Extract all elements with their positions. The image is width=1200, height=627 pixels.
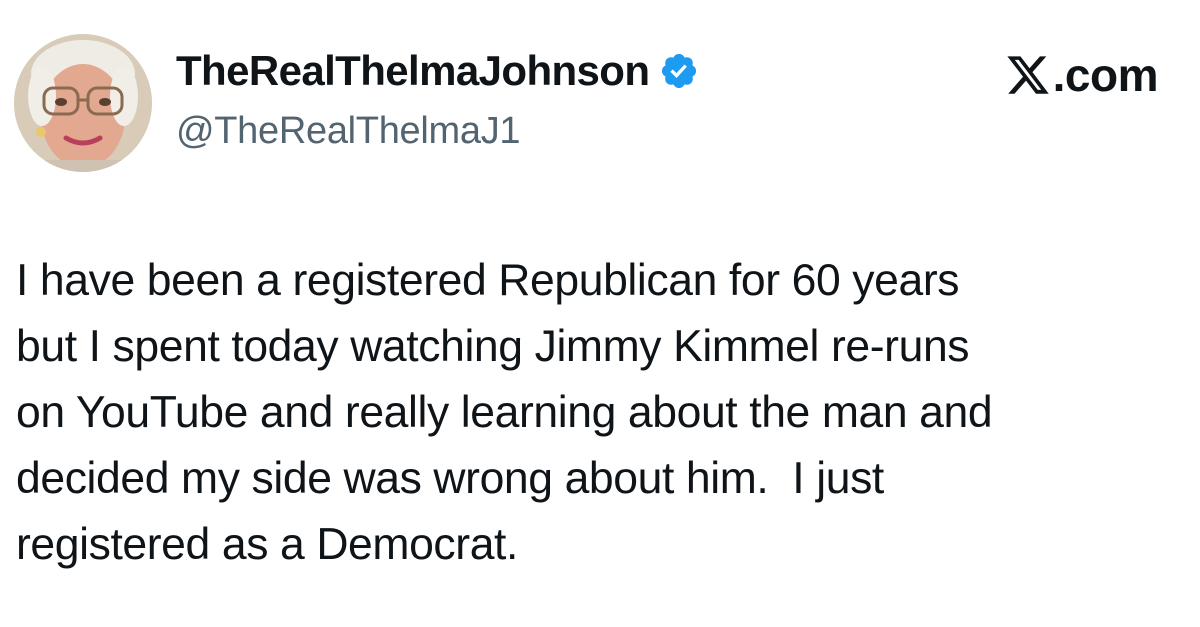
brand-watermark: .com: [1005, 49, 1159, 101]
avatar[interactable]: [14, 34, 152, 172]
user-handle[interactable]: @TheRealThelmaJ1: [176, 112, 521, 150]
display-name[interactable]: TheRealThelmaJohnson: [176, 50, 699, 92]
tweet-body: I have been a registered Republican for …: [16, 248, 1186, 578]
tweet-line: but I spent today watching Jimmy Kimmel …: [16, 322, 970, 371]
profile-photo: [14, 34, 152, 172]
tweet-card: TheRealThelmaJohnson @TheRealThelmaJ1 .c…: [0, 0, 1200, 627]
tweet-line: decided my side was wrong about him. I j…: [16, 454, 884, 503]
tweet-line: I have been a registered Republican for …: [16, 256, 960, 305]
brand-domain: .com: [1052, 49, 1159, 101]
x-logo-icon: [1007, 56, 1049, 94]
tweet-line: on YouTube and really learning about the…: [16, 388, 993, 437]
tweet-line: registered as a Democrat.: [16, 520, 518, 569]
display-name-text: TheRealThelmaJohnson: [176, 47, 650, 94]
verified-badge-icon: [662, 53, 697, 89]
